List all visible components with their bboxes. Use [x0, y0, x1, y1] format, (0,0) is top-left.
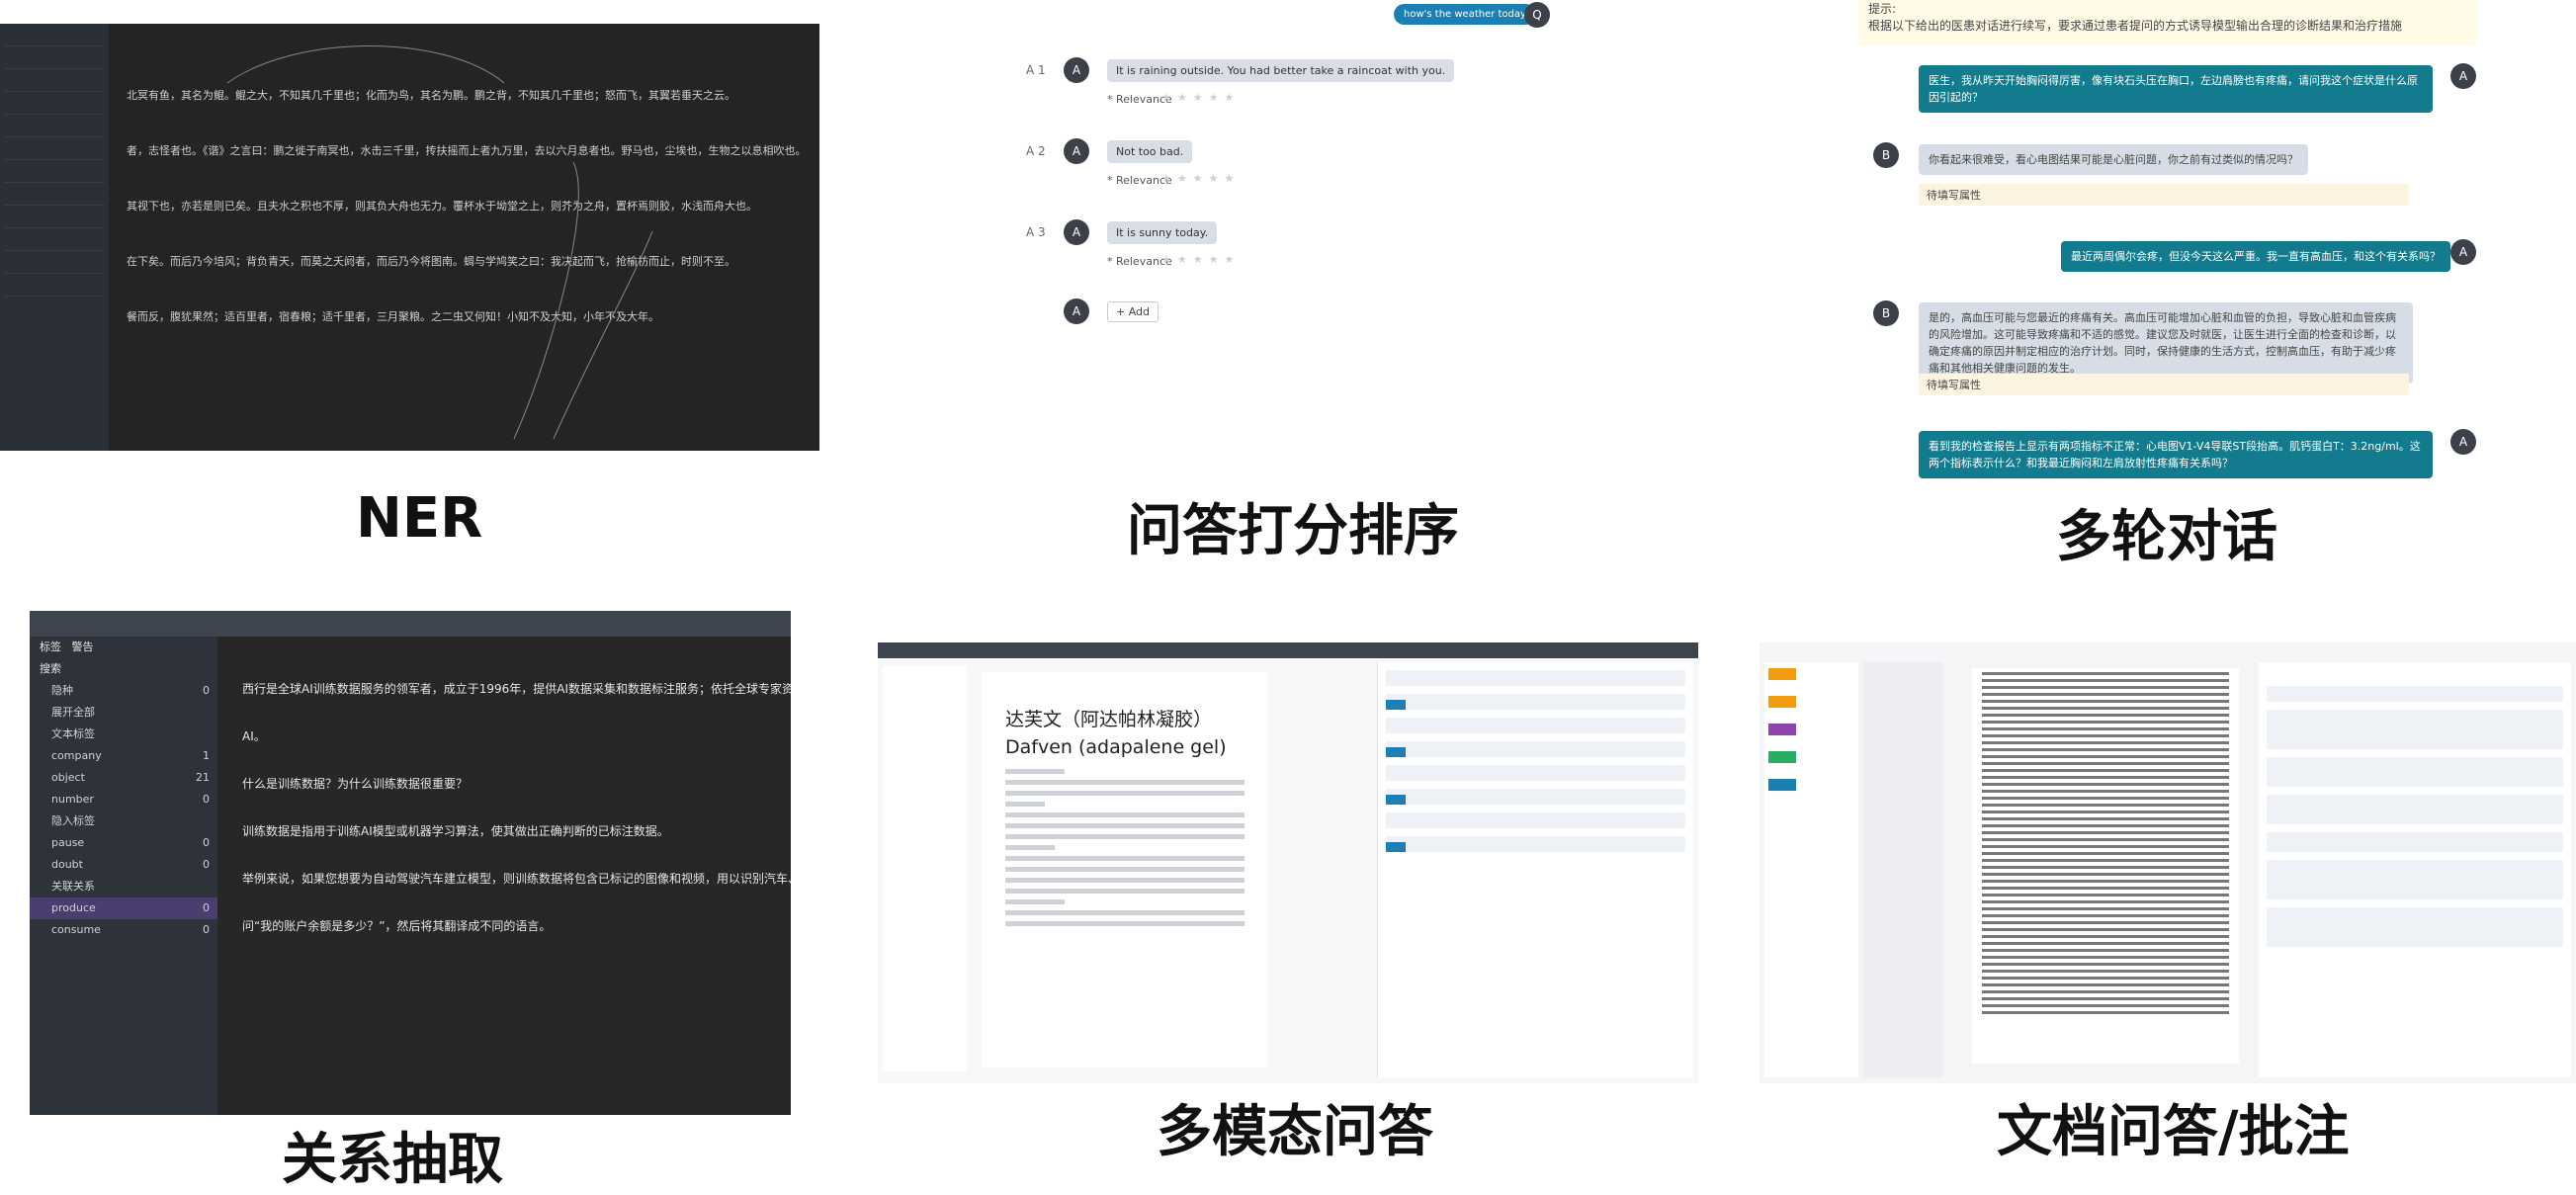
- answer-field[interactable]: [1386, 718, 1685, 733]
- label-item[interactable]: doubt 0: [30, 854, 217, 876]
- label-item-selected[interactable]: produce 0: [30, 897, 217, 919]
- caption-qa-rank: 问答打分排序: [1127, 499, 1459, 563]
- annotation-card[interactable]: [2267, 710, 2563, 749]
- avatar-b: B: [1873, 300, 1899, 326]
- avatar-a: A: [2450, 63, 2476, 89]
- star-rating[interactable]: ★★★★★: [1161, 91, 1240, 104]
- answer-avatar: A: [1064, 138, 1089, 164]
- pending-attributes[interactable]: 待填写属性: [1919, 374, 2409, 395]
- answer-field[interactable]: [1386, 765, 1685, 781]
- document-qa-screenshot: [1760, 642, 2576, 1083]
- answer-field[interactable]: [1386, 812, 1685, 828]
- label-item[interactable]: consume 0: [30, 919, 217, 941]
- ner-relation-arcs: [226, 45, 653, 440]
- answer-avatar: A: [1064, 57, 1089, 83]
- hint-text: 根据以下给出的医患对话进行续写，要求通过患者提问的方式诱导模型输出合理的诊断结果…: [1868, 19, 2403, 33]
- label-item[interactable]: number 0: [30, 789, 217, 811]
- label-item[interactable]: 隐种 0: [30, 680, 217, 702]
- avatar-a: A: [2450, 429, 2476, 455]
- annotation-card[interactable]: [2267, 686, 2563, 702]
- label-item[interactable]: object 21: [30, 767, 217, 789]
- tab-labels[interactable]: 标签: [40, 640, 61, 653]
- annotation-card[interactable]: [2267, 795, 2563, 824]
- label-item[interactable]: pause 0: [30, 832, 217, 854]
- re-line[interactable]: 问“我的账户余额是多少？”，然后将其翻译成不同的语言。: [242, 917, 791, 935]
- answer-bubble: It is sunny today.: [1107, 221, 1218, 244]
- user-message: 看到我的检查报告上显示有两项指标不正常：心电图V1-V4导联ST段抬高。肌钙蛋白…: [1919, 431, 2433, 478]
- bot-message: 是的，高血压可能与您最近的疼痛有关。高血压可能增加心脏和血管的负担，导致心脏和血…: [1919, 302, 2413, 384]
- relation-extraction-screenshot: 标签 警告 搜索 隐种 0 展开全部 文本标签 company 1 object 21…: [30, 611, 791, 1115]
- label-item[interactable]: 展开全部: [30, 702, 217, 724]
- re-text-area[interactable]: 西行是全球AI训练数据服务的领军者，成立于1996年，提供AI数据采集和数据标注…: [242, 680, 791, 965]
- answer-field[interactable]: [1386, 694, 1685, 710]
- re-tabs[interactable]: 标签 警告: [30, 637, 217, 658]
- caption-relation: 关系抽取: [282, 1128, 503, 1192]
- avatar-a: A: [2450, 239, 2476, 265]
- label-list[interactable]: [1764, 662, 1858, 1077]
- annotation-panel: [2259, 662, 2571, 1077]
- ner-screenshot: 北冥有鱼，其名为鲲。鲲之大，不知其几千里也；化而为鸟，其名为鹏。鹏之背，不知其几…: [0, 24, 819, 451]
- question-bubble: how's the weather today: [1394, 4, 1536, 25]
- hint-box: 提示: 根据以下给出的医患对话进行续写，要求通过患者提问的方式诱导模型输出合理的…: [1858, 0, 2476, 45]
- tab-warnings[interactable]: 警告: [72, 640, 94, 653]
- document-title: 达芙文（阿达帕林凝胶） Dafven (adapalene gel): [1005, 709, 1227, 758]
- answer-bubble: Not too bad.: [1107, 140, 1193, 163]
- caption-multimodal: 多模态问答: [1157, 1100, 1433, 1164]
- annotation-card[interactable]: [2267, 757, 2563, 787]
- qa-ranking-screenshot: how's the weather today Q A 1 A It is ra…: [1018, 0, 1572, 445]
- add-answer-button[interactable]: + Add: [1107, 301, 1159, 322]
- annotation-card[interactable]: [2267, 832, 2563, 852]
- user-message: 医生，我从昨天开始胸闷得厉害，像有块石头压在胸口，左边肩膀也有疼痛，请问我这个症…: [1919, 65, 2433, 113]
- caption-ner: NER: [356, 486, 483, 551]
- question-avatar: Q: [1524, 2, 1550, 28]
- annotation-card[interactable]: [2267, 860, 2563, 899]
- pending-attributes[interactable]: 待填写属性: [1919, 184, 2409, 206]
- hint-title: 提示:: [1868, 2, 1897, 16]
- answer-index[interactable]: A 2: [1026, 144, 1046, 158]
- re-line[interactable]: 举例来说，如果您想要为自动驾驶汽车建立模型，则训练数据将包含已标记的图像和视频，…: [242, 870, 791, 888]
- star-rating[interactable]: ★★★★★: [1161, 172, 1240, 185]
- answer-field[interactable]: [1386, 670, 1685, 686]
- label-item[interactable]: company 1: [30, 745, 217, 767]
- re-search[interactable]: 搜索: [30, 658, 217, 680]
- annotation-card[interactable]: [2267, 907, 2563, 947]
- thumbnail-panel[interactable]: [883, 666, 967, 1071]
- caption-doc-qa: 文档问答/批注: [1997, 1100, 2350, 1164]
- re-line[interactable]: 西行是全球AI训练数据服务的领军者，成立于1996年，提供AI数据采集和数据标注…: [242, 680, 791, 698]
- label-item[interactable]: 关联关系: [30, 876, 217, 897]
- multimodal-screenshot: 达芙文（阿达帕林凝胶） Dafven (adapalene gel): [878, 642, 1698, 1083]
- answer-bubble: It is raining outside. You had better ta…: [1107, 59, 1455, 82]
- star-rating[interactable]: ★★★★★: [1161, 253, 1240, 266]
- mm-answer-panel: [1377, 662, 1693, 1078]
- re-line[interactable]: 什么是训练数据？为什么训练数据很重要？: [242, 775, 791, 793]
- document-view[interactable]: 达芙文（阿达帕林凝胶） Dafven (adapalene gel): [982, 672, 1268, 1067]
- answer-field[interactable]: [1386, 836, 1685, 852]
- re-toolbar: [30, 611, 791, 637]
- label-item[interactable]: 隐入标签: [30, 811, 217, 832]
- multi-turn-screenshot: 提示: 根据以下给出的医患对话进行续写，要求通过患者提问的方式诱导模型输出合理的…: [1853, 0, 2576, 494]
- answer-field[interactable]: [1386, 741, 1685, 757]
- add-avatar: A: [1064, 299, 1089, 324]
- re-line[interactable]: AI。: [242, 727, 791, 745]
- avatar-b: B: [1873, 142, 1899, 168]
- re-sidebar: 标签 警告 搜索 隐种 0 展开全部 文本标签 company 1 object 21…: [30, 637, 217, 1115]
- caption-multi-turn: 多轮对话: [2056, 505, 2277, 569]
- bot-message: 你看起来很难受，看心电图结果可能是心脏问题，你之前有过类似的情况吗？: [1919, 144, 2308, 175]
- answer-index[interactable]: A 3: [1026, 225, 1046, 239]
- answer-index[interactable]: A 1: [1026, 63, 1046, 77]
- answer-field[interactable]: [1386, 789, 1685, 805]
- label-item[interactable]: 文本标签: [30, 724, 217, 745]
- document-page[interactable]: [1972, 668, 2239, 1064]
- mm-topbar: [878, 642, 1698, 658]
- user-message: 最近两周偶尔会疼，但没今天这么严重。我一直有高血压，和这个有关系吗？: [2061, 241, 2450, 272]
- page-thumbnails[interactable]: [1863, 662, 1942, 1077]
- re-line[interactable]: 训练数据是指用于训练AI模型或机器学习算法，使其做出正确判断的已标注数据。: [242, 822, 791, 840]
- answer-avatar: A: [1064, 219, 1089, 245]
